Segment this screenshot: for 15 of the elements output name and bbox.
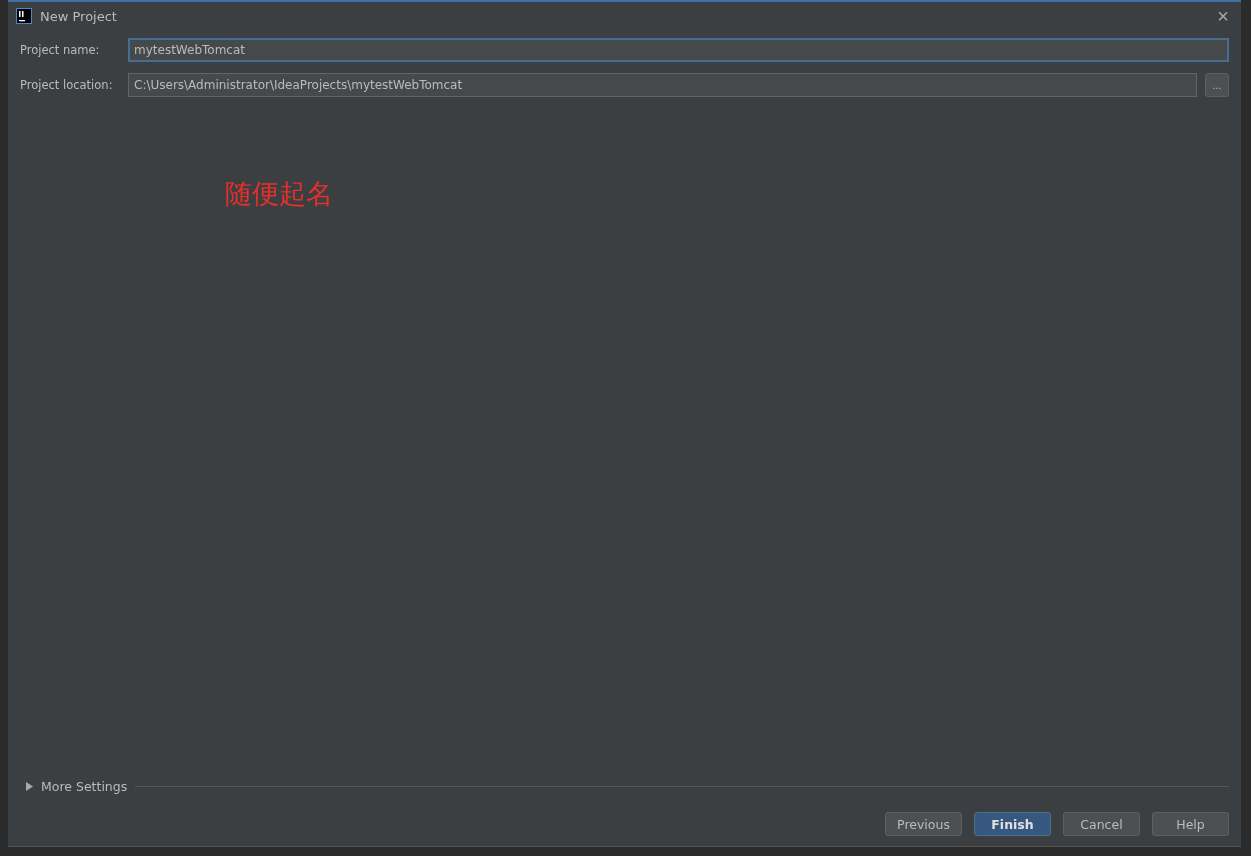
more-settings-toggle[interactable]: More Settings: [41, 778, 128, 794]
dialog-button[interactable]: Previous: [885, 812, 962, 836]
dialog-button[interactable]: Finish: [974, 812, 1051, 836]
field-label: Project name:: [20, 43, 101, 57]
expand-triangle-icon[interactable]: [26, 781, 33, 791]
dialog-button[interactable]: Cancel: [1063, 812, 1140, 836]
annotation-text: 随便起名: [225, 177, 333, 211]
text-field[interactable]: C:\Users\Administrator\IdeaProjects\mytestWebTomcat: [128, 73, 1197, 97]
field-label: Project location:: [20, 78, 114, 92]
text-field[interactable]: mytestWebTomcat: [128, 38, 1229, 62]
app-logo-icon: [16, 8, 32, 24]
window-title: New Project: [40, 8, 117, 24]
close-button[interactable]: ×: [1213, 6, 1233, 26]
dialog-button[interactable]: Help: [1152, 812, 1229, 836]
browse-button[interactable]: ...: [1205, 73, 1229, 97]
